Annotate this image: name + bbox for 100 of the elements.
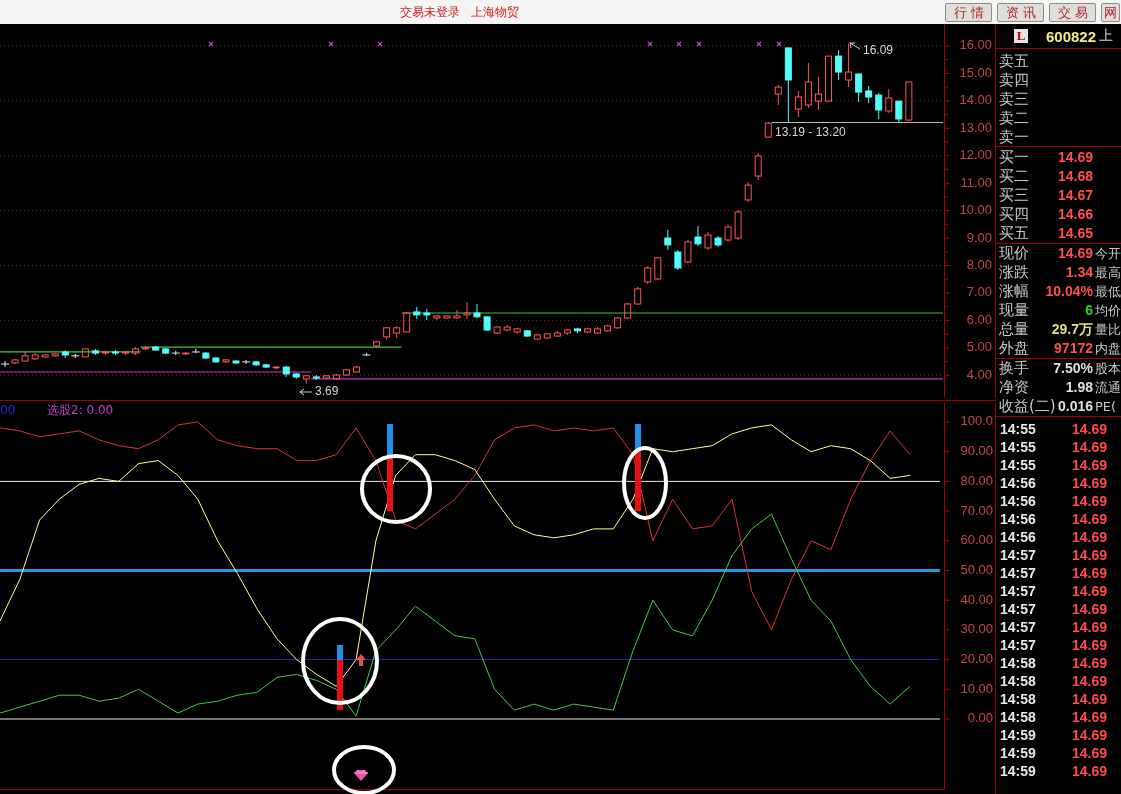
axis-label: 10.00 — [960, 680, 993, 696]
quote-label: 净资 — [999, 378, 1029, 397]
tick-time: 14:58 — [1000, 673, 1036, 689]
tick-time: 14:56 — [1000, 493, 1036, 509]
axis-label: 70.00 — [960, 502, 993, 518]
quote-label: 涨跌 — [999, 263, 1029, 282]
tick-price: 14.69 — [1071, 745, 1107, 761]
axis-label: 14.00 — [959, 92, 992, 108]
tick-time: 14:57 — [1000, 637, 1036, 653]
tick-time: 14:56 — [1000, 475, 1036, 491]
axis-label: 11.00 — [960, 174, 992, 190]
tick-time: 14:59 — [1000, 745, 1036, 761]
tick-price: 14.69 — [1071, 655, 1107, 671]
stock-name: 上 — [1099, 27, 1114, 45]
tick-time: 14:55 — [1000, 439, 1036, 455]
bid-label: 买五 — [999, 224, 1029, 243]
tick-time: 14:57 — [1000, 565, 1036, 581]
legend-label: 00 — [0, 402, 16, 417]
security-title: 上海物贸 — [471, 3, 519, 21]
tick-price: 14.69 — [1071, 421, 1107, 437]
bid-price: 14.67 — [1057, 186, 1093, 205]
tick-price: 14.69 — [1071, 619, 1107, 635]
quote-value: 0.016 — [1057, 397, 1093, 416]
quote-label: 现量 — [999, 301, 1029, 320]
high-price-label: 16.09 — [863, 43, 894, 58]
axis-label: 80.00 — [960, 472, 993, 488]
axis-label: 6.00 — [966, 311, 992, 327]
legend-label: 选股2: 0.00 — [47, 402, 114, 417]
tick-time: 14:59 — [1000, 727, 1036, 743]
tick-time: 14:58 — [1000, 709, 1036, 725]
bid-price: 14.65 — [1057, 224, 1093, 243]
axis-label: 100.0 — [960, 413, 993, 429]
market-badge: L — [1014, 29, 1028, 43]
tick-price: 14.69 — [1071, 727, 1107, 743]
tick-price: 14.69 — [1071, 547, 1107, 563]
quote-label: 总量 — [999, 320, 1029, 339]
tick-price: 14.69 — [1071, 457, 1107, 473]
tick-time: 14:58 — [1000, 655, 1036, 671]
bid-label: 买四 — [999, 205, 1029, 224]
tick-price: 14.69 — [1071, 601, 1107, 617]
ask-label: 卖一 — [999, 128, 1029, 147]
tick-price: 14.69 — [1071, 637, 1107, 653]
axis-label: 0.00 — [967, 710, 993, 726]
quote-label: 流通 — [1095, 379, 1121, 397]
quote-label: 换手 — [999, 359, 1029, 378]
quote-value: 7.50% — [1053, 359, 1093, 378]
tick-price: 14.69 — [1071, 475, 1107, 491]
quote-value: 6 — [1085, 301, 1093, 320]
tick-time: 14:55 — [1000, 457, 1036, 473]
quote-value: 10.04% — [1045, 282, 1093, 301]
axis-label: 50.00 — [960, 561, 993, 577]
login-status: 交易未登录 — [400, 3, 460, 21]
quote-label: 最高 — [1095, 264, 1121, 282]
bid-price: 14.68 — [1057, 167, 1093, 186]
bid-label: 买三 — [999, 186, 1029, 205]
quote-label: 最低 — [1095, 283, 1121, 301]
quote-label: 量比 — [1095, 321, 1121, 339]
axis-label: 7.00 — [966, 284, 992, 300]
tick-time: 14:57 — [1000, 583, 1036, 599]
axis-label: 20.00 — [960, 651, 993, 667]
tick-price: 14.69 — [1071, 691, 1107, 707]
quote-label: PE( — [1095, 398, 1118, 416]
axis-label: 90.00 — [960, 443, 993, 459]
stock-code: 600822 — [1046, 27, 1097, 45]
tick-price: 14.69 — [1071, 439, 1107, 455]
axis-label: 12.00 — [959, 147, 992, 163]
tick-time: 14:57 — [1000, 547, 1036, 563]
ask-label: 卖四 — [999, 71, 1029, 90]
axis-label: 13.00 — [959, 119, 992, 135]
tick-time: 14:57 — [1000, 619, 1036, 635]
tick-time: 14:56 — [1000, 511, 1036, 527]
axis-label: 60.00 — [960, 532, 993, 548]
tick-price: 14.69 — [1071, 493, 1107, 509]
tick-time: 14:59 — [1000, 763, 1036, 779]
low-price-label: 3.69 — [315, 384, 339, 399]
tick-price: 14.69 — [1071, 763, 1107, 779]
tick-time: 14:57 — [1000, 601, 1036, 617]
bid-price: 14.69 — [1057, 148, 1093, 167]
axis-label: 4.00 — [966, 366, 992, 382]
tick-time: 14:56 — [1000, 529, 1036, 545]
ask-label: 卖三 — [999, 90, 1029, 109]
quote-value: 1.34 — [1065, 263, 1093, 282]
bid-price: 14.66 — [1057, 205, 1093, 224]
quote-label: 涨幅 — [999, 282, 1029, 301]
axis-label: 8.00 — [966, 256, 992, 272]
axis-label: 30.00 — [960, 621, 993, 637]
tick-time: 14:55 — [1000, 421, 1036, 437]
tick-price: 14.69 — [1071, 511, 1107, 527]
quote-value: 1.98 — [1065, 378, 1093, 397]
tick-price: 14.69 — [1071, 583, 1107, 599]
axis-label: 5.00 — [966, 339, 992, 355]
quote-label: 收益(二) — [999, 397, 1056, 416]
tick-price: 14.69 — [1071, 565, 1107, 581]
quote-value: 14.69 — [1057, 244, 1093, 263]
ask-label: 卖二 — [999, 109, 1029, 128]
tick-price: 14.69 — [1071, 709, 1107, 725]
quote-value: 29.7万 — [1051, 320, 1093, 339]
axis-label: 9.00 — [966, 229, 992, 245]
quote-value: 97172 — [1054, 339, 1093, 358]
quote-label: 现价 — [999, 244, 1029, 263]
